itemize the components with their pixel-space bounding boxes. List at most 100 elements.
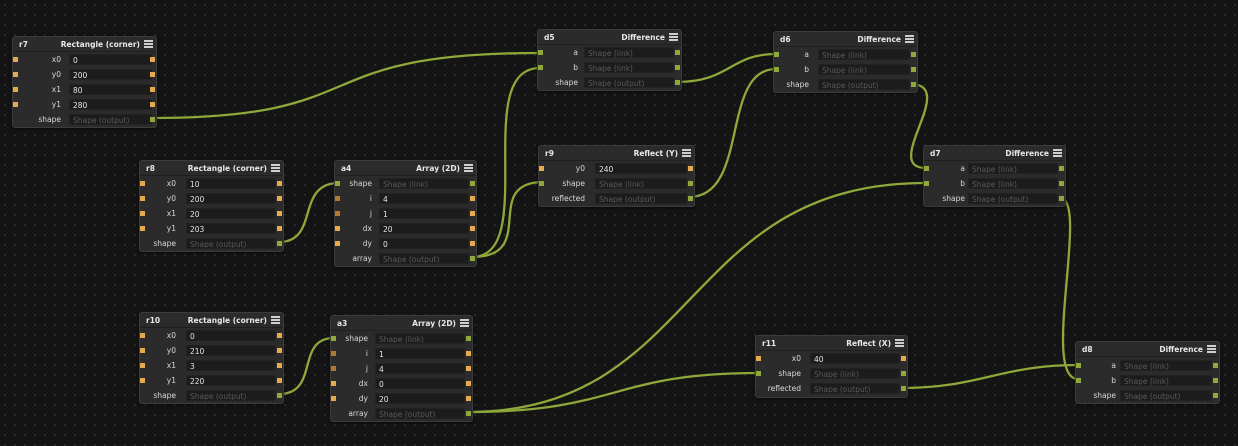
menu-icon[interactable] <box>144 40 153 48</box>
output-port[interactable] <box>150 72 155 77</box>
value-field[interactable]: 0 <box>375 378 465 389</box>
output-port[interactable] <box>1213 393 1218 398</box>
output-port[interactable] <box>1213 363 1218 368</box>
value-field[interactable]: 240 <box>595 163 687 174</box>
menu-icon[interactable] <box>682 149 691 157</box>
output-port[interactable] <box>150 117 155 122</box>
wire-r9-reflected-to-d6-b[interactable] <box>687 67 778 199</box>
output-port[interactable] <box>470 211 475 216</box>
output-port[interactable] <box>911 67 916 72</box>
value-field[interactable]: 4 <box>379 193 469 204</box>
wire-a4-array-to-d5-b[interactable] <box>470 66 542 259</box>
output-port[interactable] <box>470 196 475 201</box>
output-port[interactable] <box>1059 196 1064 201</box>
menu-icon[interactable] <box>271 316 280 324</box>
input-port[interactable] <box>335 211 340 216</box>
menu-icon[interactable] <box>271 164 280 172</box>
output-port[interactable] <box>911 82 916 87</box>
menu-icon[interactable] <box>905 35 914 43</box>
node-header[interactable]: d5 Difference <box>538 30 681 45</box>
output-port[interactable] <box>277 378 282 383</box>
input-port[interactable] <box>539 166 544 171</box>
value-field[interactable]: 0 <box>379 238 469 249</box>
output-port[interactable] <box>277 363 282 368</box>
node-d5[interactable]: d5 Difference a Shape (link) b Shape (li… <box>537 29 682 91</box>
output-port[interactable] <box>911 52 916 57</box>
output-port[interactable] <box>277 211 282 216</box>
input-port[interactable] <box>774 52 779 57</box>
value-field[interactable]: 220 <box>186 375 276 386</box>
node-header[interactable]: r9 Reflect (Y) <box>539 146 694 161</box>
input-port[interactable] <box>140 363 145 368</box>
output-port[interactable] <box>688 166 693 171</box>
output-port[interactable] <box>466 396 471 401</box>
input-port[interactable] <box>331 336 336 341</box>
input-port[interactable] <box>140 348 145 353</box>
value-field[interactable]: 203 <box>186 223 276 234</box>
output-port[interactable] <box>901 371 906 376</box>
input-port[interactable] <box>13 102 18 107</box>
node-header[interactable]: d8 Difference <box>1076 342 1219 357</box>
value-field[interactable]: 4 <box>375 363 465 374</box>
wire-r8-shape-to-a4-shape[interactable] <box>277 181 341 244</box>
wire-r11-reflected-to-d8-a[interactable] <box>900 363 1080 390</box>
node-a3[interactable]: a3 Array (2D) shape Shape (link) i 1 j 4… <box>330 315 473 422</box>
value-field[interactable]: 20 <box>186 208 276 219</box>
output-port[interactable] <box>466 336 471 341</box>
input-port[interactable] <box>335 181 340 186</box>
value-field[interactable]: 280 <box>69 99 152 110</box>
output-port[interactable] <box>1059 181 1064 186</box>
menu-icon[interactable] <box>1053 149 1062 157</box>
menu-icon[interactable] <box>1207 345 1216 353</box>
value-field[interactable]: 200 <box>186 193 276 204</box>
input-port[interactable] <box>756 356 761 361</box>
wire-r7-shape-to-d5-a[interactable] <box>150 51 542 120</box>
value-field[interactable]: 0 <box>69 54 152 65</box>
input-port[interactable] <box>774 67 779 72</box>
node-header[interactable]: a3 Array (2D) <box>331 316 472 331</box>
output-port[interactable] <box>901 386 906 391</box>
output-port[interactable] <box>470 241 475 246</box>
input-port[interactable] <box>756 371 761 376</box>
output-port[interactable] <box>470 256 475 261</box>
node-r9[interactable]: r9 Reflect (Y) y0 240 shape Shape (link)… <box>538 145 695 207</box>
output-port[interactable] <box>675 50 680 55</box>
input-port[interactable] <box>1076 378 1081 383</box>
input-port[interactable] <box>924 166 929 171</box>
output-port[interactable] <box>277 196 282 201</box>
output-port[interactable] <box>1213 378 1218 383</box>
node-header[interactable]: d6 Difference <box>774 32 917 47</box>
input-port[interactable] <box>335 196 340 201</box>
node-d8[interactable]: d8 Difference a Shape (link) b Shape (li… <box>1075 341 1220 404</box>
value-field[interactable]: 20 <box>379 223 469 234</box>
node-header[interactable]: r10 Rectangle (corner) <box>140 313 283 328</box>
output-port[interactable] <box>150 102 155 107</box>
input-port[interactable] <box>335 241 340 246</box>
value-field[interactable]: 80 <box>69 84 152 95</box>
input-port[interactable] <box>140 333 145 338</box>
input-port[interactable] <box>1076 363 1081 368</box>
value-field[interactable]: 1 <box>379 208 469 219</box>
wire-a3-array-to-r11-shape[interactable] <box>465 371 761 414</box>
input-port[interactable] <box>924 181 929 186</box>
input-port[interactable] <box>140 226 145 231</box>
output-port[interactable] <box>150 87 155 92</box>
output-port[interactable] <box>277 348 282 353</box>
output-port[interactable] <box>688 181 693 186</box>
value-field[interactable]: 20 <box>375 393 465 404</box>
input-port[interactable] <box>331 381 336 386</box>
wire-r10-shape-to-a3-shape[interactable] <box>277 336 336 396</box>
value-field[interactable]: 210 <box>186 345 276 356</box>
value-field[interactable]: 10 <box>186 178 276 189</box>
node-a4[interactable]: a4 Array (2D) shape Shape (link) i 4 j 1… <box>334 160 477 267</box>
output-port[interactable] <box>466 366 471 371</box>
node-header[interactable]: r8 Rectangle (corner) <box>140 161 283 176</box>
input-port[interactable] <box>331 351 336 356</box>
wire-d5-shape-to-d6-a[interactable] <box>675 52 778 84</box>
output-port[interactable] <box>466 351 471 356</box>
input-port[interactable] <box>140 378 145 383</box>
output-port[interactable] <box>470 226 475 231</box>
output-port[interactable] <box>1059 166 1064 171</box>
node-d7[interactable]: d7 Difference a Shape (link) b Shape (li… <box>923 145 1066 207</box>
node-header[interactable]: a4 Array (2D) <box>335 161 476 176</box>
